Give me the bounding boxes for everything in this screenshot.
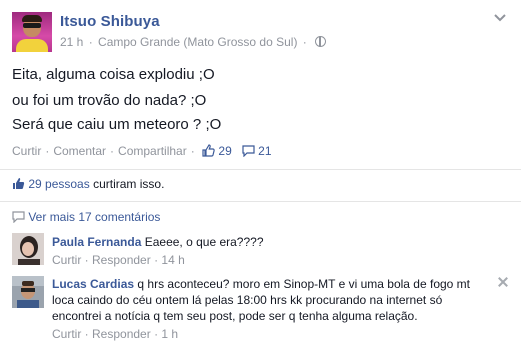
post-meta: 21 h · Campo Grande (Mato Grosso do Sul)… (60, 35, 327, 49)
comment-icon (12, 211, 25, 226)
comment-author[interactable]: Paula Fernanda (52, 235, 141, 249)
divider (0, 169, 521, 170)
comment: Paula Fernanda Eaeee, o que era???? (52, 235, 264, 249)
comment-time[interactable]: 1 h (161, 327, 178, 341)
chevron-down-icon[interactable] (491, 10, 509, 26)
facebook-post: Itsuo Shibuya 21 h · Campo Grande (Mato … (0, 0, 521, 343)
comment: Lucas Cardias q hrs aconteceu? moro em S… (52, 276, 470, 324)
comment-reply-link[interactable]: Responder (92, 327, 151, 341)
comment-link[interactable]: Comentar (53, 144, 106, 158)
like-count[interactable]: 29 (218, 144, 231, 158)
comment-text: Eaeee, o que era???? (144, 235, 264, 249)
post-time[interactable]: 21 h (60, 35, 83, 49)
comment-text: q hrs aconteceu? moro em Sinop-MT e vi u… (137, 277, 471, 291)
comment-like-link[interactable]: Curtir (52, 253, 81, 267)
comment-author[interactable]: Lucas Cardias (52, 277, 134, 291)
comment-count[interactable]: 21 (258, 144, 271, 158)
like-link[interactable]: Curtir (12, 144, 41, 158)
divider (0, 201, 521, 202)
post-actions: Curtir · Comentar · Compartilhar · 29 21 (12, 144, 272, 160)
thumbs-up-icon (12, 177, 25, 193)
comment-actions: Curtir · Responder · 14 h (52, 253, 185, 267)
commenter-avatar[interactable] (12, 276, 44, 308)
comment-actions: Curtir · Responder · 1 h (52, 327, 179, 341)
likes-suffix: curtiram isso. (89, 177, 165, 191)
commenter-avatar[interactable] (12, 233, 44, 265)
comment-text: loca caindo do céu ontem lá pelas 18:00 … (52, 293, 443, 307)
post-location[interactable]: Campo Grande (Mato Grosso do Sul) (98, 35, 297, 49)
likes-summary: 29 pessoas curtiram isso. (12, 177, 164, 193)
post-author-name[interactable]: Itsuo Shibuya (60, 13, 160, 30)
comment-text: encontrei a notícia q tem seu post, pode… (52, 309, 418, 323)
globe-icon[interactable] (315, 36, 327, 47)
view-more-comments[interactable]: Ver mais 17 comentários (12, 210, 160, 226)
author-avatar[interactable] (12, 12, 52, 52)
thumbs-up-icon[interactable] (202, 144, 215, 160)
post-text-line-1: Eita, alguma coisa explodiu ;O (12, 66, 215, 83)
comment-like-link[interactable]: Curtir (52, 327, 81, 341)
comment-reply-link[interactable]: Responder (92, 253, 151, 267)
comment-time[interactable]: 14 h (161, 253, 184, 267)
close-icon[interactable] (497, 276, 509, 288)
comment-icon[interactable] (242, 145, 255, 160)
likes-people-link[interactable]: 29 pessoas (28, 177, 89, 191)
view-more-label: Ver mais 17 comentários (28, 210, 161, 224)
post-text-line-3: Será que caiu um meteoro ? ;O (12, 116, 222, 133)
share-link[interactable]: Compartilhar (118, 144, 187, 158)
post-text-line-2: ou foi um trovão do nada? ;O (12, 92, 207, 109)
